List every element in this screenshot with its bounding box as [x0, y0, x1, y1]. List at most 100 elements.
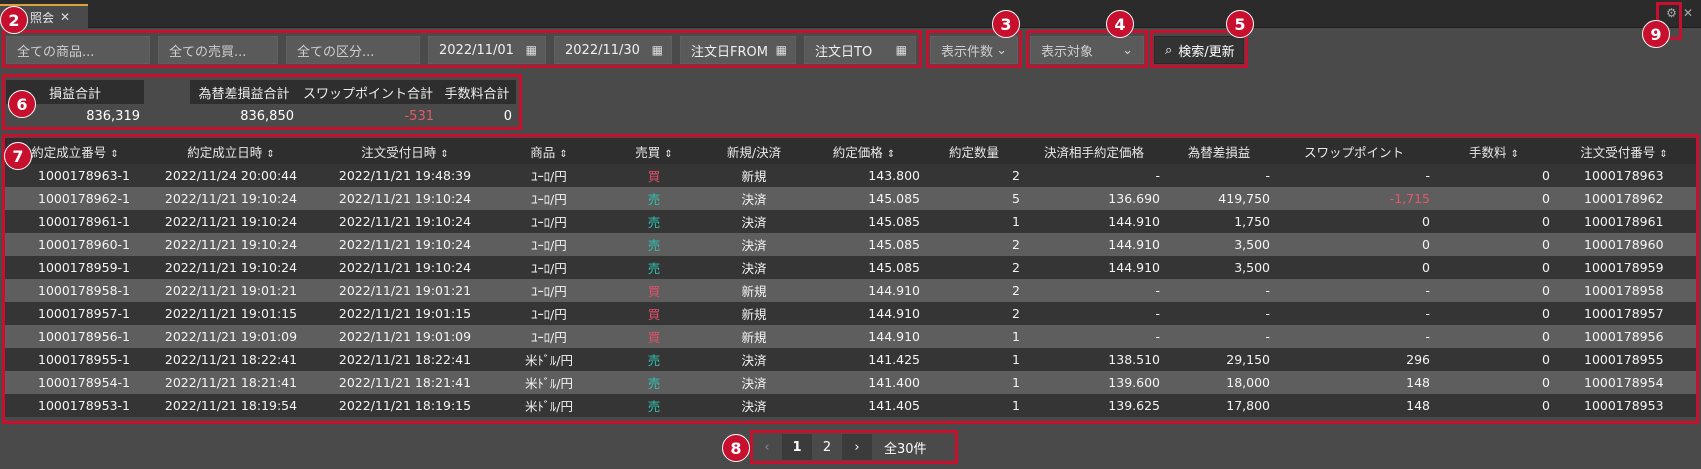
- calendar-icon[interactable]: ▦: [776, 43, 787, 57]
- table-row[interactable]: 1000178954-1 2022/11/21 18:21:41 2022/11/2…: [4, 371, 1696, 394]
- pager-next-button[interactable]: ›: [842, 434, 872, 460]
- table-row[interactable]: 1000178957-1 2022/11/21 19:01:15 2022/11/2…: [4, 302, 1696, 325]
- table-cell: 1000178954-1: [38, 375, 130, 390]
- column-header-label: 約定成立番号: [31, 144, 107, 160]
- table-row[interactable]: 1000178959-1 2022/11/21 19:10:24 2022/11/2…: [4, 256, 1696, 279]
- table-cell: 売: [647, 353, 661, 368]
- swap-total-label: スワップポイント合計: [298, 80, 438, 104]
- calendar-icon[interactable]: ▦: [526, 43, 537, 57]
- column-header[interactable]: 約定価格 ⇕: [804, 142, 924, 161]
- marker-3: 3: [992, 10, 1020, 38]
- table-row[interactable]: 1000178955-1 2022/11/21 18:22:41 2022/11/2…: [4, 348, 1696, 371]
- calendar-icon[interactable]: ▦: [896, 43, 907, 57]
- marker-8: 8: [722, 434, 750, 462]
- table-row[interactable]: 1000178961-1 2022/11/21 19:10:24 2022/11/2…: [4, 210, 1696, 233]
- table-cell: 145.085: [868, 260, 920, 275]
- table-cell: 145.085: [868, 214, 920, 229]
- table-row[interactable]: 1000178962-1 2022/11/21 19:10:24 2022/11/2…: [4, 187, 1696, 210]
- table-row[interactable]: 1000178963-1 2022/11/24 20:00:44 2022/11/2…: [4, 164, 1696, 187]
- sort-icon[interactable]: ⇕: [110, 149, 118, 160]
- table-cell: 米ﾄﾞﾙ/円: [525, 353, 573, 368]
- table-cell: 1: [1012, 214, 1020, 229]
- table-cell: 決済: [741, 192, 767, 207]
- table-row[interactable]: 1000178960-1 2022/11/21 19:10:24 2022/11/2…: [4, 233, 1696, 256]
- table-cell: 419,750: [1218, 191, 1270, 206]
- table-cell: 決済: [741, 376, 767, 391]
- table-cell: 1000178961: [1584, 214, 1664, 229]
- table-cell: 2: [1012, 168, 1020, 183]
- table-cell: 296: [1406, 352, 1430, 367]
- table-cell: -: [1265, 329, 1270, 344]
- marker-7: 7: [4, 142, 32, 170]
- side-select[interactable]: 全ての売買...: [158, 36, 278, 64]
- fx-pnl-label: 為替差損益合計: [190, 80, 298, 104]
- order-date-to-field[interactable]: 注文日TO ▦: [804, 36, 916, 64]
- table-cell: 2022/11/21 19:01:15: [338, 306, 472, 321]
- display-target-dropdown[interactable]: 表示対象 ⌄: [1030, 36, 1144, 64]
- tab-close-icon[interactable]: ✕: [60, 10, 70, 24]
- search-refresh-label: 検索/更新: [1178, 44, 1235, 60]
- table-cell: 1000178955: [1584, 352, 1664, 367]
- pager-page-1[interactable]: 1: [782, 434, 812, 460]
- date-from-value: 2022/11/01: [439, 42, 514, 58]
- date-from-field[interactable]: 2022/11/01 ▦: [428, 36, 546, 64]
- pager-page-2[interactable]: 2: [812, 434, 842, 460]
- search-refresh-button[interactable]: ⌕ 検索/更新: [1154, 36, 1244, 64]
- sort-icon[interactable]: ⇕: [887, 149, 895, 160]
- table-body: 1000178963-1 2022/11/24 20:00:44 2022/11/2…: [4, 164, 1696, 417]
- sort-icon[interactable]: ⇕: [266, 149, 274, 160]
- pager-prev-button[interactable]: ‹: [752, 434, 782, 460]
- table-cell: 0: [1542, 191, 1550, 206]
- close-icon[interactable]: ✕: [1683, 6, 1693, 20]
- sort-icon[interactable]: ⇕: [664, 149, 672, 160]
- table-row[interactable]: 1000178958-1 2022/11/21 19:01:21 2022/11/2…: [4, 279, 1696, 302]
- table-cell: 0: [1542, 306, 1550, 321]
- column-header[interactable]: 注文受付日時 ⇕: [316, 142, 494, 161]
- column-header[interactable]: 注文受付番号 ⇕: [1554, 142, 1694, 161]
- column-header[interactable]: 手数料 ⇕: [1434, 142, 1554, 161]
- table-cell: 売: [647, 192, 661, 207]
- sort-icon[interactable]: ⇕: [1659, 149, 1667, 160]
- display-target-label: 表示対象: [1041, 44, 1094, 60]
- table-cell: 3,500: [1234, 260, 1270, 275]
- table-cell: 米ﾄﾞﾙ/円: [525, 376, 573, 391]
- column-header[interactable]: 商品 ⇕: [494, 142, 604, 161]
- table-cell: ﾕｰﾛ/円: [531, 238, 567, 253]
- chevron-down-icon: ⌄: [1122, 42, 1133, 58]
- date-to-value: 2022/11/30: [565, 42, 640, 58]
- table-cell: 18,000: [1226, 375, 1270, 390]
- table-cell: 2022/11/21 19:10:24: [338, 237, 472, 252]
- table-cell: 買: [647, 169, 661, 184]
- column-header[interactable]: 約定成立日時 ⇕: [146, 142, 316, 161]
- column-header-label: 為替差損益: [1187, 144, 1251, 160]
- display-count-dropdown[interactable]: 表示件数 ⌄: [930, 36, 1018, 64]
- sort-icon[interactable]: ⇕: [440, 149, 448, 160]
- table-row[interactable]: 1000178956-1 2022/11/21 19:01:09 2022/11/2…: [4, 325, 1696, 348]
- table-cell: 0: [1542, 168, 1550, 183]
- table-cell: 144.910: [868, 306, 920, 321]
- table-cell: 143.800: [868, 168, 920, 183]
- table-cell: 144.910: [868, 283, 920, 298]
- order-date-from-field[interactable]: 注文日FROM ▦: [680, 36, 796, 64]
- category-select[interactable]: 全ての区分...: [286, 36, 420, 64]
- table-cell: 1,750: [1234, 214, 1270, 229]
- column-header: 為替差損益: [1164, 142, 1274, 161]
- table-cell: 2022/11/21 19:10:24: [164, 237, 298, 252]
- table-cell: 138.510: [1108, 352, 1160, 367]
- table-cell: 1000178961-1: [38, 214, 130, 229]
- calendar-icon[interactable]: ▦: [652, 43, 663, 57]
- product-select[interactable]: 全ての商品...: [6, 36, 150, 64]
- sort-icon[interactable]: ⇕: [559, 149, 567, 160]
- table-row[interactable]: 1000178953-1 2022/11/21 18:19:54 2022/11/2…: [4, 394, 1696, 417]
- table-cell: 2022/11/21 19:01:21: [338, 283, 472, 298]
- fee-total-label: 手数料合計: [438, 80, 516, 104]
- date-to-field[interactable]: 2022/11/30 ▦: [554, 36, 672, 64]
- marker-9: 9: [1642, 20, 1670, 48]
- table-cell: -: [1425, 329, 1430, 344]
- gear-icon[interactable]: ⚙: [1666, 6, 1677, 20]
- column-header[interactable]: 売買 ⇕: [604, 142, 704, 161]
- table-cell: 1000178960: [1584, 237, 1664, 252]
- table-cell: 29,150: [1226, 352, 1270, 367]
- sort-icon[interactable]: ⇕: [1511, 149, 1519, 160]
- table-cell: 5: [1012, 191, 1020, 206]
